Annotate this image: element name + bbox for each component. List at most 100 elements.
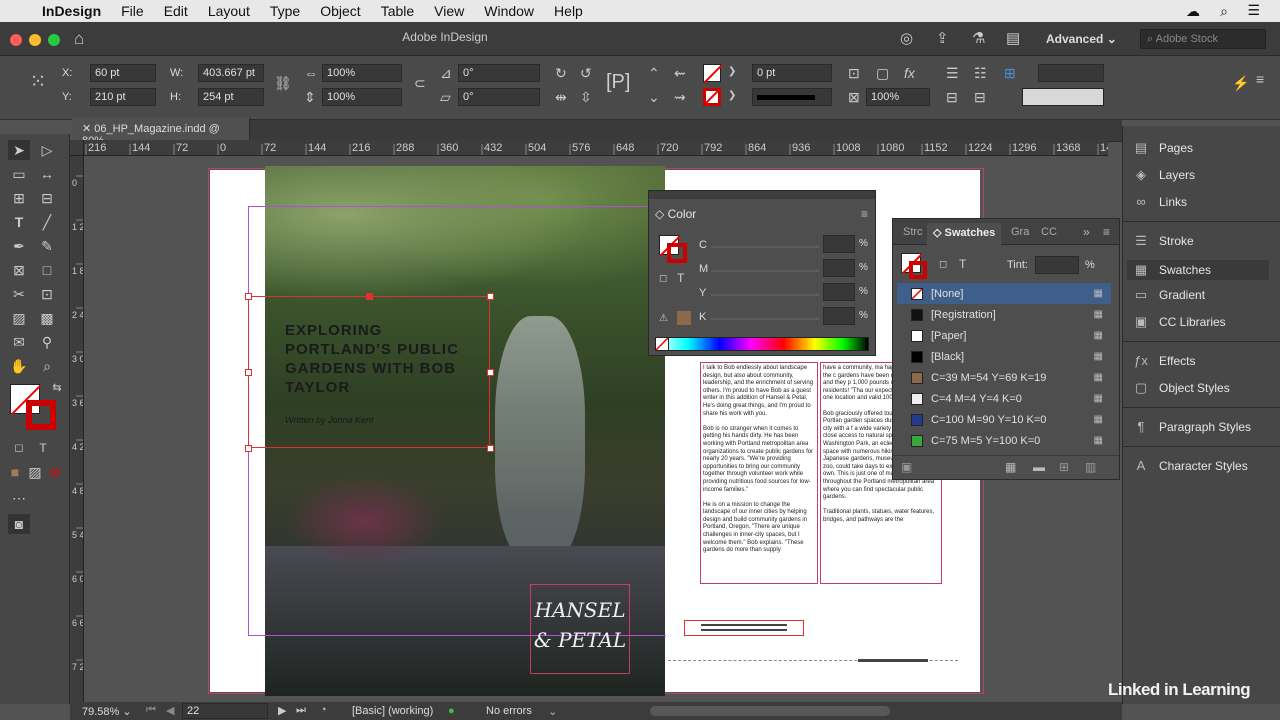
reference-frame-p-icon[interactable]: [P] [606,72,630,92]
horizontal-scrollbar[interactable] [650,706,890,716]
stroke-type-dropdown[interactable] [752,88,832,106]
swatch-row[interactable]: [Black] ▦ [897,346,1111,367]
stroke-swatch[interactable] [703,88,721,106]
object-style-dropdown[interactable] [1022,88,1104,106]
x-field[interactable]: 60 pt [90,64,156,82]
menu-edit[interactable]: Edit [164,3,188,19]
direct-selection-tool-icon[interactable]: ▷ [36,140,58,160]
adobe-stock-search-input[interactable]: ⌕ Adobe Stock [1140,29,1266,49]
handle-top-right[interactable] [487,293,494,300]
new-color-group-icon[interactable]: ▦ [1005,460,1016,474]
swatch-row[interactable]: C=39 M=54 Y=69 K=19 ▦ [897,367,1111,388]
height-field[interactable]: 254 pt [198,88,264,106]
show-kinds-icon[interactable]: ▣ [901,460,912,474]
new-swatch-icon[interactable]: ⊞ [1059,460,1069,474]
scale-y-field[interactable]: 100% [322,88,402,106]
hansel-petal-logo[interactable]: HANSEL & PETAL [530,584,630,674]
rotate-clockwise-icon[interactable]: ↻ [555,66,567,80]
color-panel-menu-icon[interactable]: ≡ [861,207,868,221]
gradient-feather-tool-icon[interactable]: ▩ [36,308,58,328]
swatch-container-icon[interactable]: ◻ [939,259,947,270]
fill-menu-arrow-icon[interactable]: ❯ [728,67,736,77]
align-center-icon[interactable]: ☷ [974,66,987,80]
dock-item-swatches[interactable]: ▦ Swatches [1127,260,1269,280]
select-container-icon[interactable]: ⌃ [648,66,660,80]
type-tool-icon[interactable]: T [8,212,30,232]
tint-field[interactable] [1035,256,1079,274]
preflight-menu-icon[interactable]: ⌄ [548,705,557,718]
lightbulb-icon[interactable]: ◎ [900,29,913,47]
stroke-swatch-large[interactable] [26,400,56,430]
scale-x-field[interactable]: 100% [322,64,402,82]
select-previous-icon[interactable]: ⇜ [674,66,686,80]
swap-fill-stroke-icon[interactable]: ⇆ [46,378,68,398]
swatches-menu-icon[interactable]: ≡ [1103,225,1110,239]
page-tool-icon[interactable]: ▭ [8,164,30,184]
flip-horizontal-icon[interactable]: ⇹ [555,90,567,104]
spotlight-search-icon[interactable]: ⌕ [1220,3,1228,20]
zoom-level[interactable]: 79.58% ⌄ [82,705,132,718]
menu-object[interactable]: Object [320,3,360,19]
lightning-icon[interactable]: ⚡ [1232,76,1249,90]
rectangle-frame-tool-icon[interactable]: ⊠ [8,260,30,280]
dock-item-links[interactable]: ∞ Links [1133,194,1187,209]
ruler-origin[interactable] [70,140,84,156]
swatch-row[interactable]: C=75 M=5 Y=100 K=0 ▦ [897,430,1111,451]
dock-item-pages[interactable]: ▤ Pages [1133,140,1193,156]
swatch-row[interactable]: C=4 M=4 Y=4 K=0 ▦ [897,388,1111,409]
dock-item-gradient[interactable]: ▭ Gradient [1133,287,1205,303]
close-tab-icon[interactable]: ✕ [82,123,94,135]
first-page-icon[interactable]: ⏮ [146,704,156,717]
constrain-scale-icon[interactable]: ⊂ [414,76,426,90]
tab-swatches[interactable]: ◇ Swatches [927,223,1002,245]
formatting-text-icon[interactable]: T [32,438,54,458]
tab-cc[interactable]: CC [1041,226,1057,238]
menu-table[interactable]: Table [381,3,414,19]
drop-shadow-icon[interactable]: ▢ [876,66,889,80]
swatches-stroke-proxy[interactable] [909,261,927,279]
publish-icon[interactable]: ⚗ [972,29,985,47]
menu-view[interactable]: View [434,3,464,19]
menu-type[interactable]: Type [270,3,300,19]
select-next-icon[interactable]: ⇝ [674,90,686,104]
formatting-text-small-icon[interactable]: T [677,271,684,285]
page-number-field[interactable]: 22 [182,703,268,719]
handle-middle-left[interactable] [245,369,252,376]
last-color-chip[interactable] [677,311,691,325]
stroke-weight-field[interactable]: 0 pt [752,64,832,82]
pen-tool-icon[interactable]: ✒ [8,236,30,256]
fx-icon[interactable]: fx [904,66,915,80]
scissors-tool-icon[interactable]: ✂ [8,284,30,304]
menu-app-name[interactable]: InDesign [42,3,101,19]
note-tool-icon[interactable]: ✉ [8,332,30,352]
content-collector-icon[interactable]: ⊞ [8,188,30,208]
dock-item-paragraph-styles[interactable]: ¶ Paragraph Styles [1133,419,1252,434]
formatting-container-icon[interactable]: ◻ [8,438,30,458]
notification-center-icon[interactable]: ☰ [1247,2,1260,19]
opacity-field[interactable]: 100% [866,88,930,106]
gradient-swatch-tool-icon[interactable]: ▨ [8,308,30,328]
apply-none-icon[interactable]: ⊘ [44,462,66,482]
comment-icon[interactable]: ▤ [1006,29,1020,47]
reference-point-icon[interactable]: ⁙ [24,72,52,92]
folder-icon[interactable]: ▬ [1033,460,1045,474]
preflight-profile[interactable]: [Basic] (working) [352,705,433,717]
menu-window[interactable]: Window [484,3,534,19]
dock-item-stroke[interactable]: ☰ Stroke [1133,233,1194,249]
swatch-row[interactable]: [Registration] ▦ [897,304,1111,325]
fill-none-swatch[interactable] [703,64,723,84]
pull-quote-frame[interactable] [684,620,804,636]
yellow-slider[interactable] [711,294,819,296]
preflight-status[interactable]: No errors [486,705,532,717]
shear-field[interactable]: 0° [458,88,540,106]
dock-item-effects[interactable]: ƒx Effects [1133,353,1195,368]
apply-color-icon[interactable]: ■ [4,462,26,482]
eyedropper-tool-icon[interactable]: ⚲ [36,332,58,352]
handle-bottom-left[interactable] [245,445,252,452]
formatting-container-small-icon[interactable]: ◻ [659,273,667,284]
color-spectrum-bar[interactable] [655,337,869,351]
document-tab[interactable]: ✕ 06_HP_Magazine.indd @ 80% [72,118,250,147]
spacing-field[interactable] [1038,64,1104,82]
workspace-switcher[interactable]: Advanced ⌄ [1046,32,1117,46]
tab-stroke[interactable]: Strc [903,226,923,238]
